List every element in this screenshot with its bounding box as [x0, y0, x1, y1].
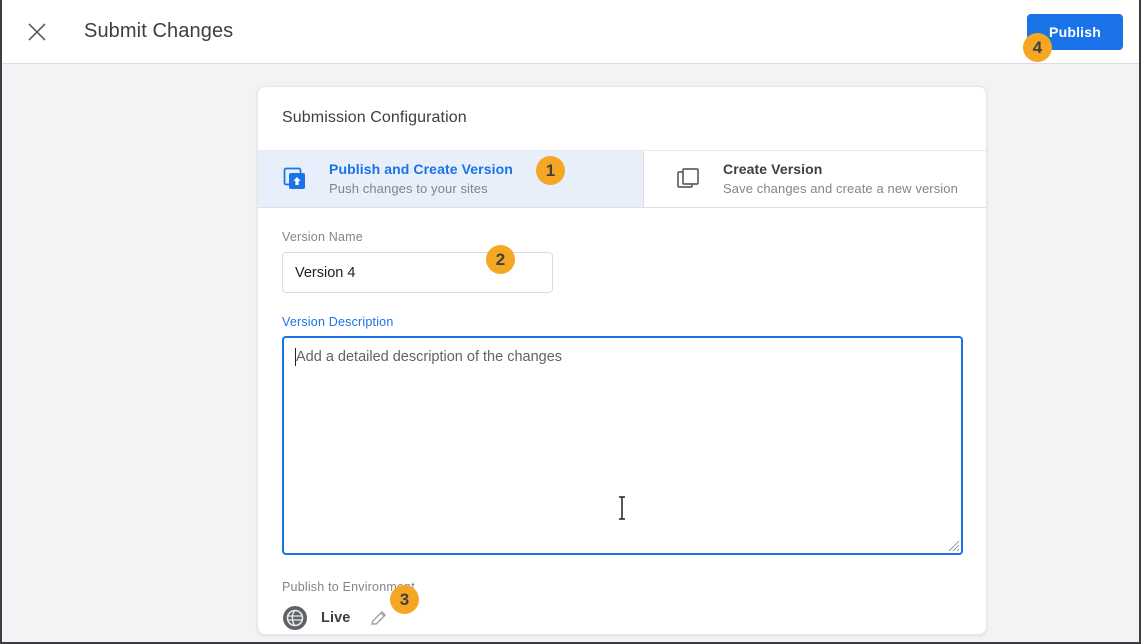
tab-publish-text-block: Publish and Create Version Push changes … — [329, 161, 513, 197]
tab-create-version[interactable]: Create Version Save changes and create a… — [644, 151, 986, 207]
environment-row: Live — [282, 604, 962, 632]
text-caret — [295, 348, 296, 366]
tab-publish-title: Publish and Create Version — [329, 161, 513, 177]
publish-to-environment-label: Publish to Environment — [282, 580, 415, 594]
close-icon — [26, 21, 48, 43]
version-description-label: Version Description — [282, 315, 394, 329]
top-app-bar: Submit Changes Publish — [2, 0, 1139, 64]
annotation-badge-4: 4 — [1023, 33, 1052, 62]
publish-upload-icon — [282, 166, 308, 192]
annotation-badge-3: 3 — [390, 585, 419, 614]
submission-configuration-card: Submission Configuration Publish and Cre… — [257, 86, 987, 635]
copy-version-icon — [675, 166, 701, 192]
submission-mode-tabs: Publish and Create Version Push changes … — [258, 150, 986, 208]
card-title: Submission Configuration — [282, 109, 467, 126]
page-title: Submit Changes — [84, 20, 234, 42]
version-description-textarea[interactable] — [282, 336, 963, 555]
tab-create-version-text-block: Create Version Save changes and create a… — [723, 161, 958, 197]
tab-create-version-subtitle: Save changes and create a new version — [723, 181, 958, 196]
version-name-label: Version Name — [282, 230, 363, 244]
submission-form: Version Name Version Description Publish… — [258, 230, 986, 632]
annotation-badge-2: 2 — [486, 245, 515, 274]
tab-publish-and-create-version[interactable]: Publish and Create Version Push changes … — [258, 151, 644, 207]
environment-name: Live — [321, 610, 351, 626]
globe-environment-icon — [282, 605, 308, 631]
tab-create-version-title: Create Version — [723, 161, 823, 177]
tab-publish-subtitle: Push changes to your sites — [329, 181, 488, 196]
close-button[interactable] — [16, 11, 58, 53]
annotation-badge-1: 1 — [536, 156, 565, 185]
version-description-wrapper — [282, 336, 963, 555]
pencil-edit-icon[interactable] — [369, 608, 389, 628]
